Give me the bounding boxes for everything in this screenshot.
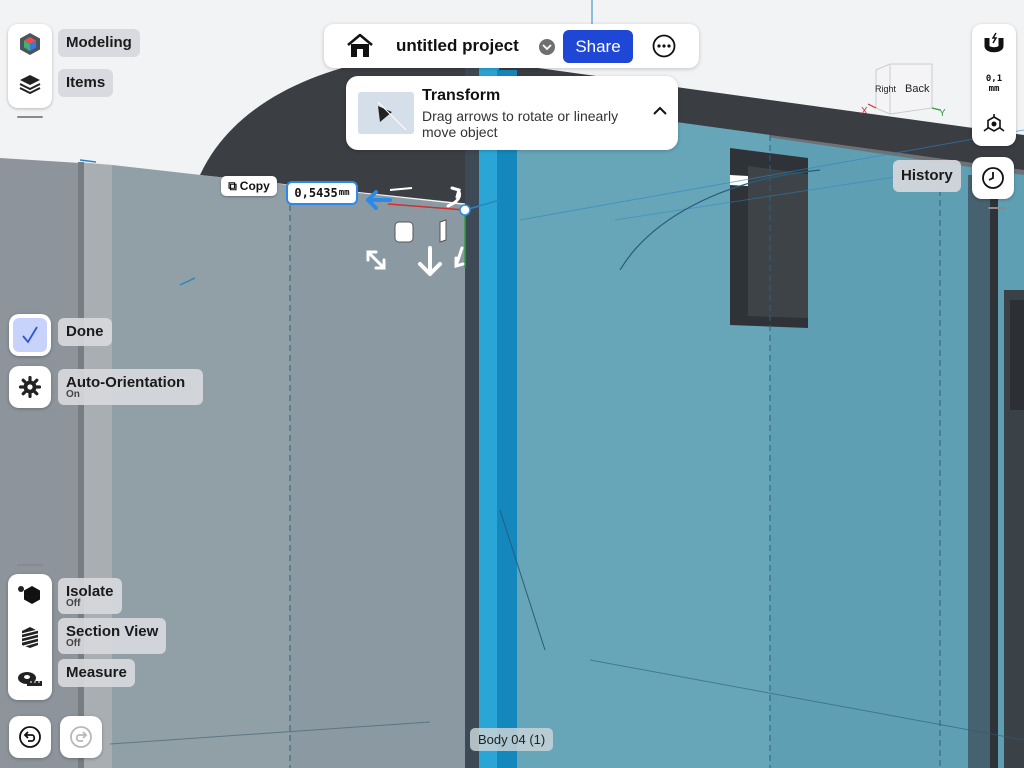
transform-gizmo bbox=[366, 186, 471, 276]
snap-unit: mm bbox=[988, 84, 1000, 94]
view-cube-right-face[interactable]: Right bbox=[875, 84, 896, 94]
divider bbox=[17, 116, 43, 118]
move-x-arrow-icon[interactable] bbox=[366, 190, 392, 210]
isolate-state: Off bbox=[66, 598, 81, 609]
view-cube[interactable]: Right Back X Y bbox=[860, 60, 952, 126]
plane-handle-icon[interactable] bbox=[394, 221, 414, 243]
redo-icon bbox=[70, 726, 92, 748]
history-label[interactable]: History bbox=[893, 160, 961, 192]
magnet-icon bbox=[984, 32, 1004, 53]
gizmo-origin-icon[interactable] bbox=[459, 204, 471, 216]
undo-button[interactable] bbox=[9, 716, 51, 758]
chevron-down-icon[interactable] bbox=[538, 38, 556, 56]
checkmark-icon bbox=[22, 326, 38, 344]
section-view-button[interactable] bbox=[8, 616, 52, 658]
transform-preview-icon bbox=[358, 92, 414, 134]
divider bbox=[988, 207, 1006, 209]
chevron-up-icon[interactable] bbox=[652, 104, 668, 118]
mode-stack bbox=[8, 24, 52, 108]
done-check-box bbox=[13, 318, 47, 352]
tools-stack bbox=[8, 574, 52, 700]
done-label[interactable]: Done bbox=[58, 318, 112, 346]
items-mode-button[interactable] bbox=[8, 64, 52, 104]
transform-title: Transform bbox=[422, 87, 501, 104]
top-bar: untitled project Share bbox=[324, 24, 699, 68]
transform-panel: Transform Drag arrows to rotate or linea… bbox=[346, 76, 678, 150]
isolate-label[interactable]: Isolate Off bbox=[58, 578, 122, 614]
transform-thumbnail bbox=[358, 92, 414, 134]
modeling-label[interactable]: Modeling bbox=[58, 29, 140, 57]
rotate-arrow-icon[interactable] bbox=[446, 186, 462, 208]
auto-orientation-title: Auto-Orientation bbox=[66, 374, 186, 391]
modeling-cube-icon bbox=[20, 33, 40, 55]
axis-y-label: Y bbox=[939, 108, 946, 119]
auto-orientation-button[interactable] bbox=[9, 366, 51, 408]
move-z-arrow-icon[interactable] bbox=[418, 246, 442, 276]
undo-icon bbox=[19, 726, 41, 748]
measure-label[interactable]: Measure bbox=[58, 659, 135, 687]
clock-icon bbox=[982, 167, 1004, 189]
copy-button[interactable]: ⧉ Copy bbox=[221, 176, 277, 196]
scale-arrow-icon[interactable] bbox=[366, 250, 386, 270]
isolate-hexagon-icon bbox=[18, 586, 40, 604]
modeling-mode-button[interactable] bbox=[8, 24, 52, 64]
snap-target-button[interactable] bbox=[972, 104, 1016, 144]
selected-body-label[interactable]: Body 04 (1) bbox=[470, 728, 554, 751]
rotate-side-arrow-icon[interactable] bbox=[454, 246, 465, 268]
snap-value: 0,1 bbox=[985, 74, 1003, 84]
magnet-snap-button[interactable] bbox=[972, 24, 1016, 64]
divider bbox=[17, 564, 43, 566]
isolate-button[interactable] bbox=[8, 574, 52, 616]
project-title[interactable]: untitled project bbox=[396, 36, 519, 56]
history-button[interactable] bbox=[972, 157, 1014, 199]
auto-orientation-label[interactable]: Auto-Orientation On bbox=[58, 369, 203, 405]
done-button[interactable] bbox=[9, 314, 51, 356]
share-button[interactable]: Share bbox=[563, 30, 633, 63]
items-label[interactable]: Items bbox=[58, 69, 114, 97]
gear-icon bbox=[19, 376, 41, 398]
dimension-input[interactable]: 0,5435 mm bbox=[286, 181, 358, 205]
layers-icon bbox=[19, 75, 41, 95]
tape-measure-icon bbox=[18, 672, 42, 686]
cube-snap-icon bbox=[983, 114, 1005, 132]
redo-button[interactable] bbox=[60, 716, 102, 758]
more-options-icon[interactable] bbox=[652, 34, 676, 58]
dimension-unit: mm bbox=[338, 188, 350, 198]
snap-increment-button[interactable]: 0,1 mm bbox=[972, 64, 1016, 104]
section-view-label[interactable]: Section View Off bbox=[58, 618, 167, 654]
dimension-value: 0,5435 bbox=[294, 186, 338, 200]
plane-handle-side-icon[interactable] bbox=[439, 219, 447, 243]
auto-orientation-state: On bbox=[66, 389, 80, 400]
section-view-state: Off bbox=[66, 638, 81, 649]
transform-description: Drag arrows to rotate or linearly move o… bbox=[422, 108, 619, 140]
copy-label: Copy bbox=[239, 179, 270, 193]
section-view-icon bbox=[21, 627, 39, 648]
measure-button[interactable] bbox=[8, 658, 52, 700]
snap-stack: 0,1 mm bbox=[972, 24, 1016, 146]
copy-icon: ⧉ bbox=[228, 178, 237, 193]
axis-x-label: X bbox=[861, 106, 868, 117]
home-icon[interactable] bbox=[346, 33, 374, 59]
snap-increment: 0,1 mm bbox=[986, 74, 1002, 94]
view-cube-back-face[interactable]: Back bbox=[905, 83, 929, 95]
